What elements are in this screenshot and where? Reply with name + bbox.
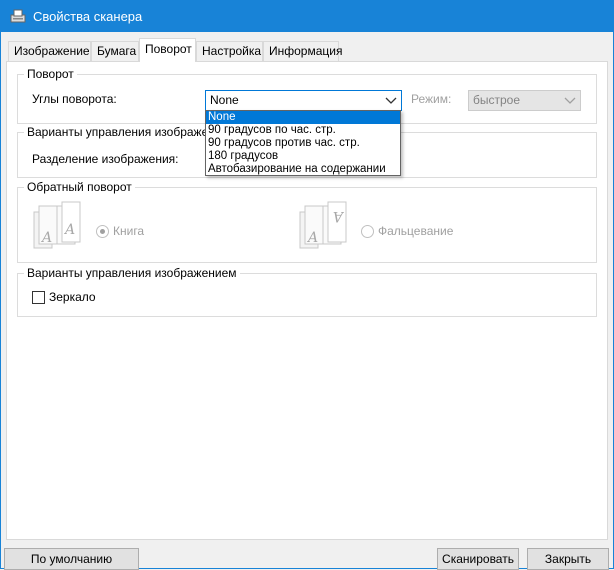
back-rotation-group-title: Обратный поворот xyxy=(24,180,135,194)
book-pages-icon: A A xyxy=(33,201,81,249)
mode-select[interactable]: быстрое xyxy=(468,90,581,111)
svg-text:A: A xyxy=(333,208,345,224)
fold-pages-icon: A A xyxy=(299,201,347,249)
tab-image[interactable]: Изображение xyxy=(8,41,91,61)
option-none[interactable]: None xyxy=(206,111,400,124)
rotation-group-title: Поворот xyxy=(24,67,77,81)
option-180[interactable]: 180 градусов xyxy=(206,150,400,163)
chevron-down-icon xyxy=(564,97,576,104)
image-split-label: Разделение изображения: xyxy=(32,152,179,166)
tab-information[interactable]: Информация xyxy=(263,41,342,61)
svg-text:A: A xyxy=(40,230,52,246)
option-90-cw[interactable]: 90 градусов по час. стр. xyxy=(206,124,400,137)
title-bar[interactable]: Свойства сканера xyxy=(1,1,613,32)
window-title: Свойства сканера xyxy=(33,9,143,24)
mirror-label: Зеркало xyxy=(49,290,96,304)
image-options-group-title: Варианты управления изображением xyxy=(24,266,240,280)
mirror-checkbox[interactable] xyxy=(32,291,45,304)
default-button[interactable]: По умолчанию xyxy=(4,548,139,570)
chevron-down-icon xyxy=(385,97,397,104)
option-90-ccw[interactable]: 90 градусов против час. стр. xyxy=(206,137,400,150)
rotation-angle-label: Углы поворота: xyxy=(32,92,117,106)
fold-label: Фальцевание xyxy=(378,224,454,238)
back-rotation-group: Обратный поворот A A Книга A A Фальцеван xyxy=(17,180,597,263)
tab-rotation[interactable]: Поворот xyxy=(139,38,196,62)
scanner-properties-window: Свойства сканера Изображение Бумага Пово… xyxy=(0,0,614,570)
book-radio[interactable] xyxy=(96,225,109,238)
scan-button[interactable]: Сканировать xyxy=(437,548,519,570)
close-button[interactable]: Закрыть xyxy=(527,548,609,570)
mode-label: Режим: xyxy=(411,92,452,106)
image-options-group: Варианты управления изображением Зеркало xyxy=(17,266,597,317)
scanner-icon xyxy=(10,9,26,23)
mode-value: быстрое xyxy=(473,93,521,107)
option-auto-content[interactable]: Автобазирование на содержании xyxy=(206,163,400,176)
image-split-group-title: Варианты управления изображе xyxy=(24,125,212,139)
svg-text:A: A xyxy=(306,230,318,246)
book-label: Книга xyxy=(113,224,145,238)
tab-settings[interactable]: Настройка xyxy=(196,41,263,61)
tab-paper[interactable]: Бумага xyxy=(91,41,139,61)
rotation-angle-value: None xyxy=(210,93,239,107)
rotation-angle-dropdown-list: None 90 градусов по час. стр. 90 градусо… xyxy=(205,110,401,176)
fold-radio[interactable] xyxy=(361,225,374,238)
rotation-angle-select[interactable]: None xyxy=(205,90,402,111)
svg-text:A: A xyxy=(63,222,75,238)
